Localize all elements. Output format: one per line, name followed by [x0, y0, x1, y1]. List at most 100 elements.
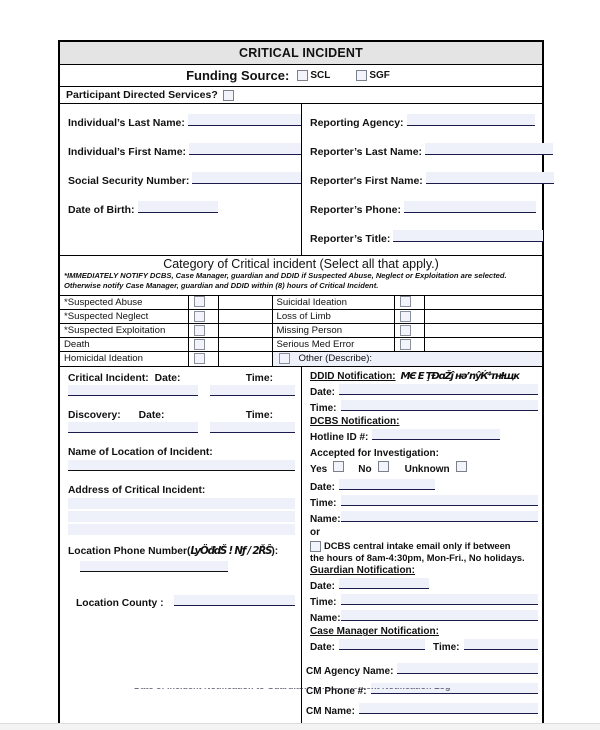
checkbox-other[interactable]	[278, 353, 290, 364]
input-guardian-time[interactable]	[340, 594, 538, 606]
checkbox-suspected-exploitation[interactable]	[193, 324, 205, 336]
category-checkbox-cell-loss-of-limb[interactable]	[393, 309, 425, 324]
input-dcbs-time[interactable]	[340, 494, 538, 506]
category-checkbox-cell-suicidal-ideation[interactable]	[393, 295, 425, 310]
input-address-line-2[interactable]	[68, 510, 295, 522]
field-reporter-title-label: Reporter’s Title:	[310, 233, 391, 245]
input-guardian-name[interactable]	[340, 610, 538, 622]
input-ddid-date[interactable]	[339, 383, 538, 395]
input-critical-incident-time[interactable]	[210, 384, 295, 396]
input-hotline-id[interactable]	[372, 428, 501, 440]
input-dcbs-name[interactable]	[340, 510, 538, 522]
dcbs-email-text: DCBS central intake email only if betwee…	[324, 540, 511, 552]
checkbox-suicidal-ideation[interactable]	[399, 296, 411, 308]
accepted-investigation-options: Yes No Unknown	[310, 460, 538, 475]
category-checkbox-grid: *Suspected Abuse Suicidal Ideation *Susp…	[60, 295, 542, 366]
category-label-loss-of-limb: Loss of Limb	[271, 309, 395, 324]
checkbox-scl[interactable]	[297, 70, 309, 81]
category-spacer-left-3	[217, 337, 273, 352]
checkbox-participant-directed[interactable]	[222, 89, 234, 101]
category-checkbox-cell-suspected-neglect[interactable]	[187, 309, 219, 324]
dcbs-email-option[interactable]: DCBS central intake email only if betwee…	[310, 540, 538, 552]
field-reporter-phone[interactable]: Reporter’s Phone:	[310, 201, 554, 216]
input-reporter-phone[interactable]	[404, 201, 537, 213]
checkbox-loss-of-limb[interactable]	[399, 310, 411, 322]
category-label-suspected-exploitation: *Suspected Exploitation	[60, 323, 189, 338]
input-individual-first-name[interactable]	[189, 143, 301, 155]
table-row: *Suspected Neglect Loss of Limb	[60, 309, 542, 324]
input-critical-incident-date[interactable]	[68, 384, 198, 396]
ddid-notification-row: DDID Notification: МЄ Е ŢƉɑŽĵ нəŉŷЌ⁴тнƗщ…	[310, 371, 538, 382]
hotline-id-label: Hotline ID #:	[310, 431, 369, 443]
input-reporter-first-name[interactable]	[425, 172, 554, 184]
field-reporter-title[interactable]: Reporter’s Title:	[310, 230, 554, 245]
funding-option-sgf[interactable]: SGF	[356, 70, 390, 81]
input-discovery-date[interactable]	[68, 421, 198, 433]
input-reporting-agency[interactable]	[406, 114, 535, 126]
participant-directed-label: Participant Directed Services?	[66, 89, 218, 101]
field-reporter-first-name[interactable]: Reporter's First Name:	[310, 172, 554, 187]
input-reporter-title[interactable]	[393, 230, 544, 242]
category-checkbox-cell-suspected-exploitation[interactable]	[187, 323, 219, 338]
checkbox-accepted-no[interactable]	[377, 460, 389, 472]
input-individual-last-name[interactable]	[187, 114, 301, 126]
location-phone-label-suffix: ):	[271, 545, 279, 557]
checkbox-sgf[interactable]	[356, 70, 368, 81]
guardian-name-row: Name:	[310, 610, 538, 624]
category-checkbox-cell-serious-med-error[interactable]	[393, 337, 425, 352]
funding-option-scl[interactable]: SCL	[297, 70, 330, 81]
guardian-date-label: Date:	[310, 581, 336, 593]
input-location-phone[interactable]	[80, 560, 228, 572]
category-spacer-right-3	[423, 337, 542, 352]
field-reporting-agency[interactable]: Reporting Agency:	[310, 114, 554, 129]
checkbox-serious-med-error[interactable]	[399, 338, 411, 350]
checkbox-accepted-unknown[interactable]	[455, 460, 467, 472]
input-address-line-3[interactable]	[68, 523, 295, 535]
category-checkbox-cell-suspected-abuse[interactable]	[187, 295, 219, 310]
category-label-missing-person: Missing Person	[271, 323, 395, 338]
input-social-security-number[interactable]	[192, 172, 301, 184]
checkbox-accepted-yes[interactable]	[333, 460, 345, 472]
field-reporter-last-name[interactable]: Reporter’s Last Name:	[310, 143, 554, 158]
input-ddid-time[interactable]	[340, 399, 538, 411]
input-guardian-date[interactable]	[339, 578, 430, 590]
critical-incident-date-label: Date:	[154, 372, 181, 384]
category-spacer-right-2	[423, 323, 542, 338]
input-location-name[interactable]	[68, 459, 295, 471]
input-dcbs-date[interactable]	[339, 478, 436, 490]
input-cm-agency[interactable]	[397, 663, 538, 675]
checkbox-dcbs-email[interactable]	[310, 540, 321, 552]
input-case-manager-date[interactable]	[339, 639, 426, 651]
category-checkbox-cell-death[interactable]	[187, 337, 219, 352]
input-date-of-birth[interactable]	[137, 201, 218, 213]
checkbox-homicidal-ideation[interactable]	[193, 352, 205, 364]
field-individual-first-name[interactable]: Individual’s First Name:	[68, 143, 301, 158]
category-spacer-left-4	[217, 351, 273, 366]
category-note-line-1: *IMMEDIATELY NOTIFY DCBS, Case Manager, …	[64, 271, 507, 280]
ddid-notification-label: DDID Notification:	[310, 370, 396, 382]
accepted-option-yes-label: Yes	[310, 463, 328, 475]
input-reporter-last-name[interactable]	[425, 143, 554, 155]
field-individual-last-name[interactable]: Individual’s Last Name:	[68, 114, 301, 129]
category-checkbox-cell-missing-person[interactable]	[393, 323, 425, 338]
checkbox-suspected-neglect[interactable]	[193, 310, 205, 322]
field-social-security-number[interactable]: Social Security Number:	[68, 172, 301, 187]
checkbox-death[interactable]	[193, 338, 205, 350]
input-discovery-time[interactable]	[210, 421, 295, 433]
table-row: Homicidal Ideation Other (Describe):	[60, 351, 542, 366]
category-other-cell[interactable]: Other (Describe):	[271, 351, 542, 366]
input-cm-name[interactable]	[358, 703, 538, 715]
individual-column: Individual’s Last Name: Individual’s Fir…	[60, 104, 302, 255]
category-checkbox-cell-homicidal-ideation[interactable]	[187, 351, 219, 366]
checkbox-suspected-abuse[interactable]	[193, 296, 205, 308]
input-case-manager-time[interactable]	[463, 639, 538, 651]
field-date-of-birth[interactable]: Date of Birth:	[68, 201, 301, 216]
location-county-row: Location County :	[68, 594, 295, 609]
field-reporter-phone-label: Reporter’s Phone:	[310, 204, 402, 216]
input-address-line-1[interactable]	[68, 497, 295, 509]
page-title: CRITICAL INCIDENT	[60, 42, 542, 64]
location-county-label: Location County :	[76, 597, 164, 609]
field-reporting-agency-label: Reporting Agency:	[310, 117, 404, 129]
checkbox-missing-person[interactable]	[399, 324, 411, 336]
input-location-county[interactable]	[173, 594, 295, 606]
